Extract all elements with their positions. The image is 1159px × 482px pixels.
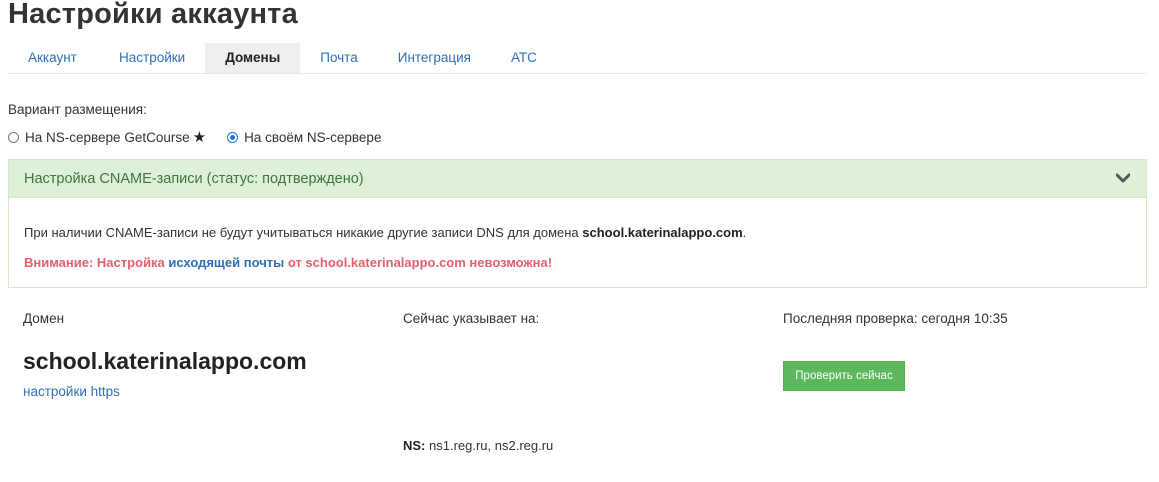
- cname-panel-title: Настройка CNAME-записи (статус: подтверж…: [24, 170, 364, 187]
- ns-label: NS:: [403, 438, 426, 453]
- placement-options: На NS-сервере GetCourse ★ На своём NS-се…: [8, 128, 381, 146]
- cname-info-prefix: При наличии CNAME-записи не будут учитыв…: [24, 225, 583, 240]
- radio-own-ns[interactable]: [227, 131, 239, 143]
- tab-account[interactable]: Аккаунт: [8, 43, 99, 73]
- radio-own-ns-label[interactable]: На своём NS-сервере: [244, 130, 381, 145]
- last-check-text: Последняя проверка: сегодня 10:35: [783, 311, 1008, 326]
- star-icon: ★: [192, 129, 207, 146]
- cname-info-text: При наличии CNAME-записи не будут учитыв…: [24, 225, 746, 240]
- outgoing-mail-link[interactable]: исходящей почты: [168, 255, 284, 270]
- tab-bar: Аккаунт Настройки Домены Почта Интеграци…: [8, 43, 1147, 74]
- cname-panel-header[interactable]: Настройка CNAME-записи (статус: подтверж…: [9, 160, 1146, 198]
- domain-column-header: Домен: [23, 311, 65, 326]
- mail-warning: Внимание: Настройка исходящей почты от s…: [24, 255, 552, 270]
- points-to-column-header: Сейчас указывает на:: [403, 311, 540, 326]
- mail-warning-prefix: Внимание: Настройка: [24, 255, 169, 270]
- chevron-down-icon[interactable]: [1116, 172, 1130, 184]
- placement-label: Вариант размещения:: [8, 102, 147, 117]
- tab-domains[interactable]: Домены: [205, 43, 301, 73]
- radio-getcourse-ns-label[interactable]: На NS-сервере GetCourse: [25, 130, 190, 145]
- ns-records: NS: ns1.reg.ru, ns2.reg.ru: [403, 438, 553, 453]
- tab-settings[interactable]: Настройки: [99, 43, 205, 73]
- ns-value: ns1.reg.ru, ns2.reg.ru: [425, 438, 554, 453]
- tab-ats[interactable]: АТС: [491, 43, 557, 73]
- tab-integration[interactable]: Интеграция: [378, 43, 491, 73]
- check-now-button[interactable]: Проверить сейчас: [783, 361, 905, 391]
- cname-info-suffix: .: [742, 225, 747, 240]
- tab-mail[interactable]: Почта: [300, 43, 378, 73]
- mail-warning-suffix: от school.katerinalappo.com невозможна!: [284, 255, 553, 270]
- radio-getcourse-ns[interactable]: [8, 131, 19, 143]
- https-settings-link[interactable]: настройки https: [23, 384, 120, 399]
- cname-info-domain: school.katerinalappo.com: [582, 225, 743, 240]
- domain-name: school.katerinalappo.com: [23, 348, 307, 374]
- cname-panel: Настройка CNAME-записи (статус: подтверж…: [8, 159, 1147, 288]
- page-title: Настройки аккаунта: [8, 0, 298, 30]
